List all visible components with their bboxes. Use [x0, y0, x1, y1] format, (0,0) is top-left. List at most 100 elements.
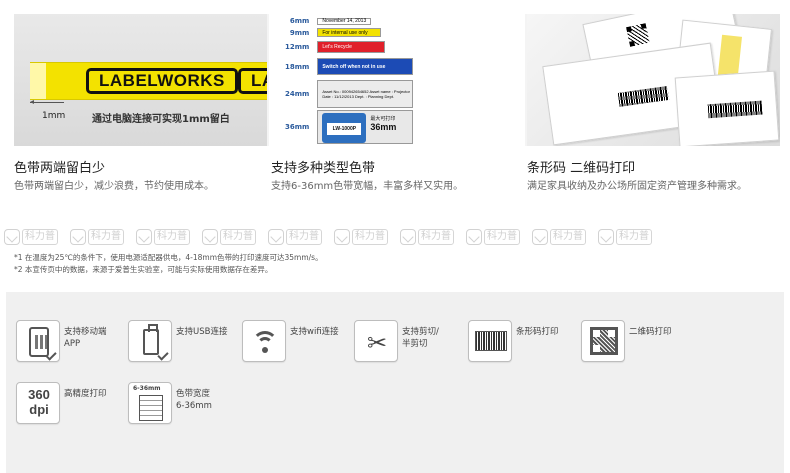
tape-width-row: 18mm Switch off when not in use — [269, 58, 414, 75]
feature-label: 支持移动端 APP — [64, 327, 107, 349]
margin-size-label: 1mm — [42, 111, 66, 121]
label-tape-strip: LABELWORKS LA — [30, 62, 268, 100]
watermark-row: 科力普 科力普 科力普 科力普 科力普 科力普 科力普 科力普 科力普 科力普 — [4, 226, 786, 248]
watermark-icon — [202, 229, 218, 245]
wifi-icon — [242, 320, 286, 362]
watermark-logo: 科力普 — [532, 226, 586, 248]
watermark-icon — [532, 229, 548, 245]
qr-label-image — [624, 21, 651, 49]
printer-device-image: LW-1000P — [322, 113, 367, 143]
dimension-line — [30, 102, 64, 103]
feature-label: 条形码打印 — [516, 327, 559, 337]
tape-width-row: 24mm Asset No.: 000942654652 Asset name … — [269, 80, 414, 108]
tape-width-size: 12mm — [284, 43, 310, 51]
watermark-logo: 科力普 — [466, 226, 520, 248]
watermark-icon — [70, 229, 86, 245]
tape-36-text: 最大可打印 36mm — [370, 115, 396, 132]
tape-width-icon: 6-36mm — [128, 382, 172, 424]
tape-sample: Asset No.: 000942654652 Asset name : Pro… — [317, 80, 414, 108]
caption-margin: 色带两端留白少 色带两端留白少，减少浪费，节约使用成本。 — [14, 160, 214, 194]
banner-panel-barcode-papers — [526, 14, 780, 146]
printer-model: LW-1000P — [327, 123, 362, 135]
feature-label: 色带宽度 6-36mm — [176, 389, 212, 411]
feature-cutting: ✂ 支持剪切/ 半剪切 — [354, 320, 439, 362]
caption-subtitle: 色带两端留白少，减少浪费，节约使用成本。 — [14, 181, 214, 192]
banner-panel-tape-widths: 6mm November 14, 2013 9mm For internal u… — [269, 14, 525, 146]
watermark-text: 科力普 — [154, 229, 190, 245]
feature-label: 支持剪切/ 半剪切 — [402, 327, 439, 349]
tape-label-text: LABELWORKS — [86, 68, 238, 94]
tape-margin-area — [30, 63, 46, 99]
tape-sample: For internal use only — [317, 28, 382, 37]
watermark-text: 科力普 — [220, 229, 256, 245]
tape-sample: LW-1000P 最大可打印 36mm — [317, 110, 414, 144]
feature-qrcode: 二维码打印 — [581, 320, 672, 362]
watermark-icon — [136, 229, 152, 245]
tape-width-row: 36mm LW-1000P 最大可打印 36mm — [269, 110, 414, 144]
watermark-logo: 科力普 — [202, 226, 256, 248]
margin-caption: 通过电脑连接可实现1mm留白 — [92, 114, 230, 125]
watermark-logo: 科力普 — [268, 226, 322, 248]
tape-label-text-cut: LA — [238, 68, 268, 94]
feature-mobile-app: 支持移动端 APP — [16, 320, 107, 362]
watermark-text: 科力普 — [616, 229, 652, 245]
dpi-unit: dpi — [29, 402, 49, 417]
feature-wifi: 支持wifi连接 — [242, 320, 339, 362]
watermark-logo: 科力普 — [136, 226, 190, 248]
feature-banner: LABELWORKS LA 1mm 通过电脑连接可实现1mm留白 6mm Nov… — [14, 14, 780, 146]
footnote: *1 在温度为25℃的条件下，使用电源适配器供电，4-18mm色带的打印速度可达… — [14, 253, 323, 262]
watermark-text: 科力普 — [484, 229, 520, 245]
feature-label: 高精度打印 — [64, 389, 107, 399]
feature-usb: 支持USB连接 — [128, 320, 227, 362]
scissors-icon: ✂ — [354, 320, 398, 362]
usb-icon — [128, 320, 172, 362]
tape-width-row: 12mm Let's Recycle — [269, 41, 386, 53]
tape-width-row: 9mm For internal use only — [269, 28, 382, 37]
watermark-icon — [466, 229, 482, 245]
feature-dpi: 360 dpi 高精度打印 — [16, 382, 107, 424]
tape-width-size: 6mm — [289, 17, 310, 25]
banner-panel-margin: LABELWORKS LA 1mm 通过电脑连接可实现1mm留白 — [14, 14, 268, 146]
tape-width-size: 18mm — [284, 62, 310, 71]
tape-width-size: 24mm — [284, 90, 310, 98]
dpi-icon: 360 dpi — [16, 382, 60, 424]
tape-width-size: 9mm — [289, 28, 310, 37]
tape-width-row: 6mm November 14, 2013 — [269, 17, 372, 25]
footnote: *2 本宣传页中的数据，来源于爱普生实验室，可能与实际使用数据存在差异。 — [14, 265, 273, 274]
caption-title: 条形码 二维码打印 — [527, 161, 636, 176]
tape-sample: Let's Recycle — [317, 41, 386, 53]
qrcode-icon — [581, 320, 625, 362]
watermark-logo: 科力普 — [598, 226, 652, 248]
feature-tape-width: 6-36mm 色带宽度 6-36mm — [128, 382, 212, 424]
feature-icons-panel: 支持移动端 APP 支持USB连接 支持wifi连接 ✂ 支持剪切/ 半剪切 条… — [6, 292, 784, 473]
caption-subtitle: 满足家具收纳及办公场所固定资产管理多种需求。 — [527, 181, 747, 192]
watermark-logo: 科力普 — [70, 226, 124, 248]
caption-subtitle: 支持6-36mm色带宽幅，丰富多样又实用。 — [271, 181, 464, 192]
watermark-text: 科力普 — [22, 229, 58, 245]
watermark-logo: 科力普 — [334, 226, 388, 248]
watermark-icon — [400, 229, 416, 245]
watermark-logo: 科力普 — [400, 226, 454, 248]
feature-label: 支持wifi连接 — [290, 327, 339, 337]
tape-sample: November 14, 2013 — [317, 17, 372, 25]
tape-sample: Switch off when not in use — [317, 58, 414, 75]
dpi-value: 360 — [28, 387, 50, 402]
caption-tape-types: 支持多种类型色带 支持6-36mm色带宽幅，丰富多样又实用。 — [271, 160, 463, 194]
tape-width-range: 6-36mm — [133, 385, 161, 392]
watermark-text: 科力普 — [286, 229, 322, 245]
caption-title: 支持多种类型色带 — [271, 161, 376, 176]
feature-label: 二维码打印 — [629, 327, 672, 337]
barcode-label-image — [617, 86, 669, 107]
feature-barcode: 条形码打印 — [468, 320, 559, 362]
paper-stack — [674, 70, 779, 146]
watermark-icon — [334, 229, 350, 245]
watermark-icon — [598, 229, 614, 245]
barcode-icon — [468, 320, 512, 362]
watermark-text: 科力普 — [418, 229, 454, 245]
feature-label: 支持USB连接 — [176, 327, 228, 337]
watermark-text: 科力普 — [550, 229, 586, 245]
watermark-text: 科力普 — [88, 229, 124, 245]
watermark-logo: 科力普 — [4, 226, 58, 248]
watermark-text: 科力普 — [352, 229, 388, 245]
watermark-icon — [4, 229, 20, 245]
